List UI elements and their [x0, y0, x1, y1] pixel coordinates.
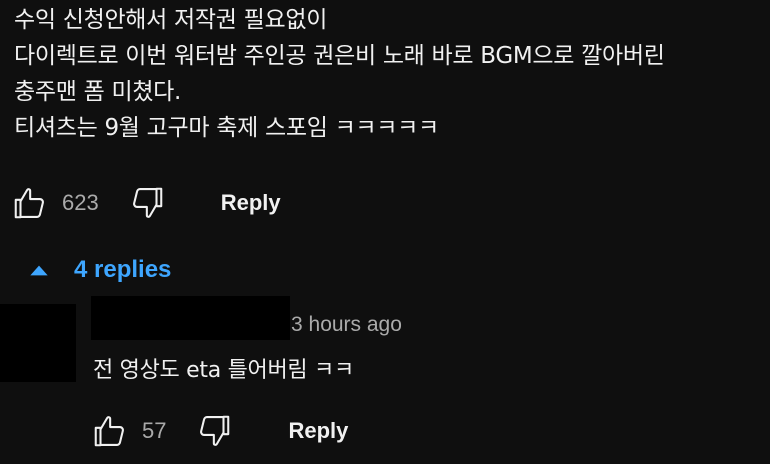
replies-toggle-label: 4 replies [74, 256, 172, 283]
caret-up-icon [30, 265, 48, 276]
reply-action-bar: 57 Reply [90, 411, 348, 451]
reply-reply-button[interactable]: Reply [288, 418, 348, 444]
reply-dislike-button[interactable] [194, 411, 234, 451]
like-button[interactable] [10, 183, 50, 223]
dislike-button[interactable] [127, 183, 167, 223]
comment-line: 충주맨 폼 미쳤다. [14, 79, 182, 105]
thumbs-down-icon [200, 415, 230, 446]
like-count: 623 [62, 190, 99, 215]
comment-line: 다이렉트로 이번 워터밤 주인공 권은비 노래 바로 BGM으로 깔아버린 [14, 43, 665, 69]
comment-line: 수익 신청안해서 저작권 필요없이 [14, 7, 328, 33]
avatar[interactable] [0, 304, 76, 382]
replies-toggle[interactable]: 4 replies [26, 252, 171, 288]
comment-action-bar: 623 Reply [10, 183, 281, 223]
reply-like-button[interactable] [90, 411, 130, 451]
comment-line: 티셔츠는 9월 고구마 축제 스포임 ㅋㅋㅋㅋㅋ [14, 115, 439, 141]
thumbs-up-icon [14, 188, 44, 219]
comment-text: 수익 신청안해서 저작권 필요없이 다이렉트로 이번 워터밤 주인공 권은비 노… [14, 2, 764, 146]
reply-timestamp[interactable]: 3 hours ago [291, 313, 402, 337]
thumbs-down-icon [132, 187, 162, 218]
author-name-redacted[interactable] [91, 296, 290, 340]
thumbs-up-icon [94, 416, 124, 447]
reply-button[interactable]: Reply [221, 190, 281, 216]
reply-text: 전 영상도 eta 틀어버림 ㅋㅋ [93, 358, 354, 383]
reply-like-count: 57 [142, 418, 167, 443]
